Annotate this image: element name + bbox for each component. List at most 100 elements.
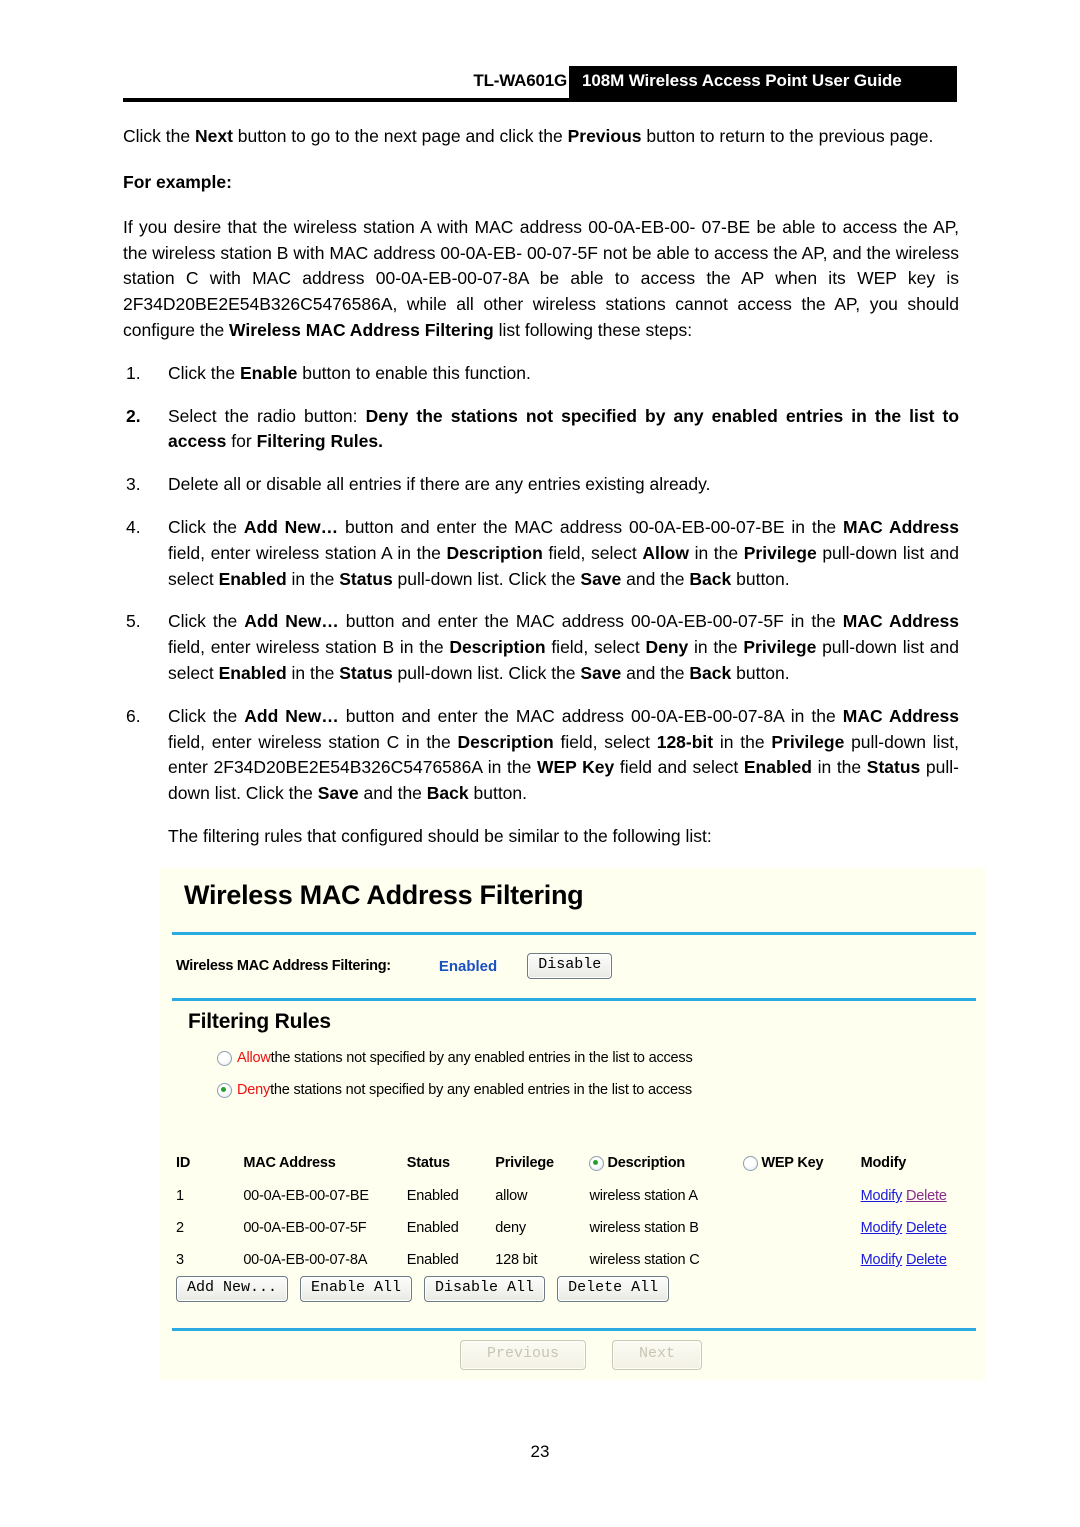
step-keyword: Add New… <box>244 705 339 726</box>
next-page-button[interactable]: Next <box>612 1340 703 1370</box>
cell-modify-actions: Modify Delete <box>861 1188 976 1204</box>
step-number: 4. <box>126 516 141 537</box>
step-text: button and enter the MAC address 00-0A-E… <box>338 516 843 537</box>
step-keyword: Privilege <box>743 542 817 563</box>
delete-link[interactable]: Delete <box>906 1220 947 1236</box>
step-text: in the <box>713 731 772 752</box>
step-text: button and enter the MAC address 00-0A-E… <box>338 611 843 632</box>
step-item: 3. Delete all or disable all entries if t… <box>123 472 959 498</box>
mac-filtering-status-row: Wireless MAC Address Filtering: Enabled … <box>176 946 613 986</box>
radio-description-icon[interactable] <box>589 1155 605 1171</box>
step-keyword: Save <box>580 568 622 589</box>
step-text: field, enter wireless station B in the <box>168 637 450 658</box>
add-new-button[interactable]: Add New... <box>176 1276 289 1302</box>
delete-link[interactable]: Delete <box>906 1252 947 1268</box>
document-body: Click the Next button to go to the next … <box>123 124 959 850</box>
step-keyword: Status <box>339 662 393 683</box>
previous-page-button[interactable]: Previous <box>459 1340 586 1370</box>
table-row: 1 00-0A-EB-00-07-BE Enabled allow wireless s… <box>176 1180 976 1212</box>
rule-allow-text: the stations not specified by any enable… <box>270 1050 693 1066</box>
header-title-bar: 108M Wireless Access Point User Guide <box>569 66 957 98</box>
header-rule <box>123 98 957 102</box>
step-keyword: Save <box>580 662 622 683</box>
step-keyword: Description <box>457 731 554 752</box>
cell-mac-address: 00-0A-EB-00-07-5F <box>243 1220 367 1236</box>
step-keyword: Back <box>426 783 469 804</box>
cell-status: Enabled <box>406 1220 459 1236</box>
step-text: pull-down list. Click the <box>392 662 581 683</box>
divider-top <box>172 932 976 935</box>
step-keyword: Add New… <box>243 516 339 537</box>
step-text: field, enter wireless station A in the <box>168 542 447 563</box>
delete-link[interactable]: Delete <box>906 1188 947 1204</box>
col-header-description-group[interactable]: Description <box>589 1155 743 1171</box>
filtering-rule-allow[interactable]: Allow the stations not specified by any … <box>217 1050 693 1066</box>
step-keyword: Status <box>866 757 921 778</box>
step-text: field and select <box>614 757 744 778</box>
step-keyword: Back <box>689 568 732 589</box>
page-number: 23 <box>530 1442 550 1461</box>
delete-all-button[interactable]: Delete All <box>557 1276 670 1302</box>
step-text: Click the <box>168 516 244 537</box>
radio-wep-key-icon[interactable] <box>743 1155 759 1171</box>
router-ui-panel: Wireless MAC Address Filtering Wireless … <box>160 868 986 1380</box>
step-keyword: Enabled <box>218 568 287 589</box>
radio-deny-icon[interactable] <box>217 1082 232 1098</box>
col-header-id: ID <box>176 1155 191 1171</box>
step-keyword: Filtering Rules. <box>256 431 383 452</box>
cell-mac-address: 00-0A-EB-00-07-BE <box>243 1188 369 1204</box>
disable-all-button[interactable]: Disable All <box>424 1276 546 1302</box>
cell-status: Enabled <box>406 1188 459 1204</box>
rule-deny-text: the stations not specified by any enable… <box>270 1082 692 1098</box>
table-row: 2 00-0A-EB-00-07-5F Enabled deny wireless st… <box>176 1212 976 1244</box>
step-text: for <box>226 431 257 452</box>
radio-allow-icon[interactable] <box>217 1050 232 1066</box>
mac-filter-table: ID MAC Address Status Privilege Descript… <box>176 1146 976 1276</box>
col-header-wep-key: WEP Key <box>761 1155 824 1171</box>
example-paragraph: If you desire that the wireless station … <box>123 215 959 344</box>
step-text: and the <box>358 783 427 804</box>
step-text: field, select <box>542 542 643 563</box>
step-text: button. <box>731 568 790 589</box>
ui-page-title: Wireless MAC Address Filtering <box>184 880 584 910</box>
step-text: Click the <box>168 362 240 383</box>
cell-description: wireless station A <box>589 1188 698 1204</box>
step-text: button. <box>468 783 528 804</box>
mac-filtering-state: Enabled <box>438 957 498 975</box>
table-header-row: ID MAC Address Status Privilege Descript… <box>176 1146 976 1180</box>
step-keyword: MAC Address <box>842 705 959 726</box>
step-number: 2. <box>126 405 141 426</box>
step-text: in the <box>688 542 744 563</box>
step-text: button. <box>731 662 790 683</box>
intro-text-2: button to go to the next page and click … <box>232 126 568 146</box>
enable-all-button[interactable]: Enable All <box>300 1276 413 1302</box>
step-text: in the <box>811 757 867 778</box>
disable-filtering-button[interactable]: Disable <box>527 953 613 979</box>
filtering-rule-deny[interactable]: Deny the stations not specified by any e… <box>217 1082 692 1098</box>
cell-mac-address: 00-0A-EB-00-07-8A <box>243 1252 368 1268</box>
cell-privilege: deny <box>495 1220 526 1236</box>
step-text: field, select <box>545 637 646 658</box>
step-text: and the <box>621 568 690 589</box>
step-keyword: MAC Address <box>842 516 959 537</box>
modify-link[interactable]: Modify <box>861 1252 903 1268</box>
table-action-bar: Add New... Enable All Disable All Delete… <box>176 1276 670 1302</box>
cell-id: 2 <box>176 1220 184 1236</box>
step-keyword: Back <box>689 662 732 683</box>
step-keyword: Privilege <box>743 637 817 658</box>
step-text: and the <box>621 662 690 683</box>
step-keyword: Save <box>317 783 359 804</box>
table-row: 3 00-0A-EB-00-07-8A Enabled 128 bit wireless… <box>176 1244 976 1276</box>
cell-id: 3 <box>176 1252 184 1268</box>
trailer-paragraph: The filtering rules that configured shou… <box>168 825 712 846</box>
rule-allow-keyword: Allow <box>237 1050 271 1066</box>
header-model-name: TL-WA601G <box>473 71 567 90</box>
modify-link[interactable]: Modify <box>861 1220 903 1236</box>
mac-filtering-label: Wireless MAC Address Filtering: <box>176 958 391 974</box>
table-body: 1 00-0A-EB-00-07-BE Enabled allow wireless s… <box>176 1180 976 1276</box>
step-text: in the <box>286 568 340 589</box>
modify-link[interactable]: Modify <box>861 1188 903 1204</box>
col-header-wep-key-group[interactable]: WEP Key <box>743 1155 860 1171</box>
col-header-description: Description <box>607 1155 686 1171</box>
step-text: Delete all or disable all entries if the… <box>168 474 711 495</box>
